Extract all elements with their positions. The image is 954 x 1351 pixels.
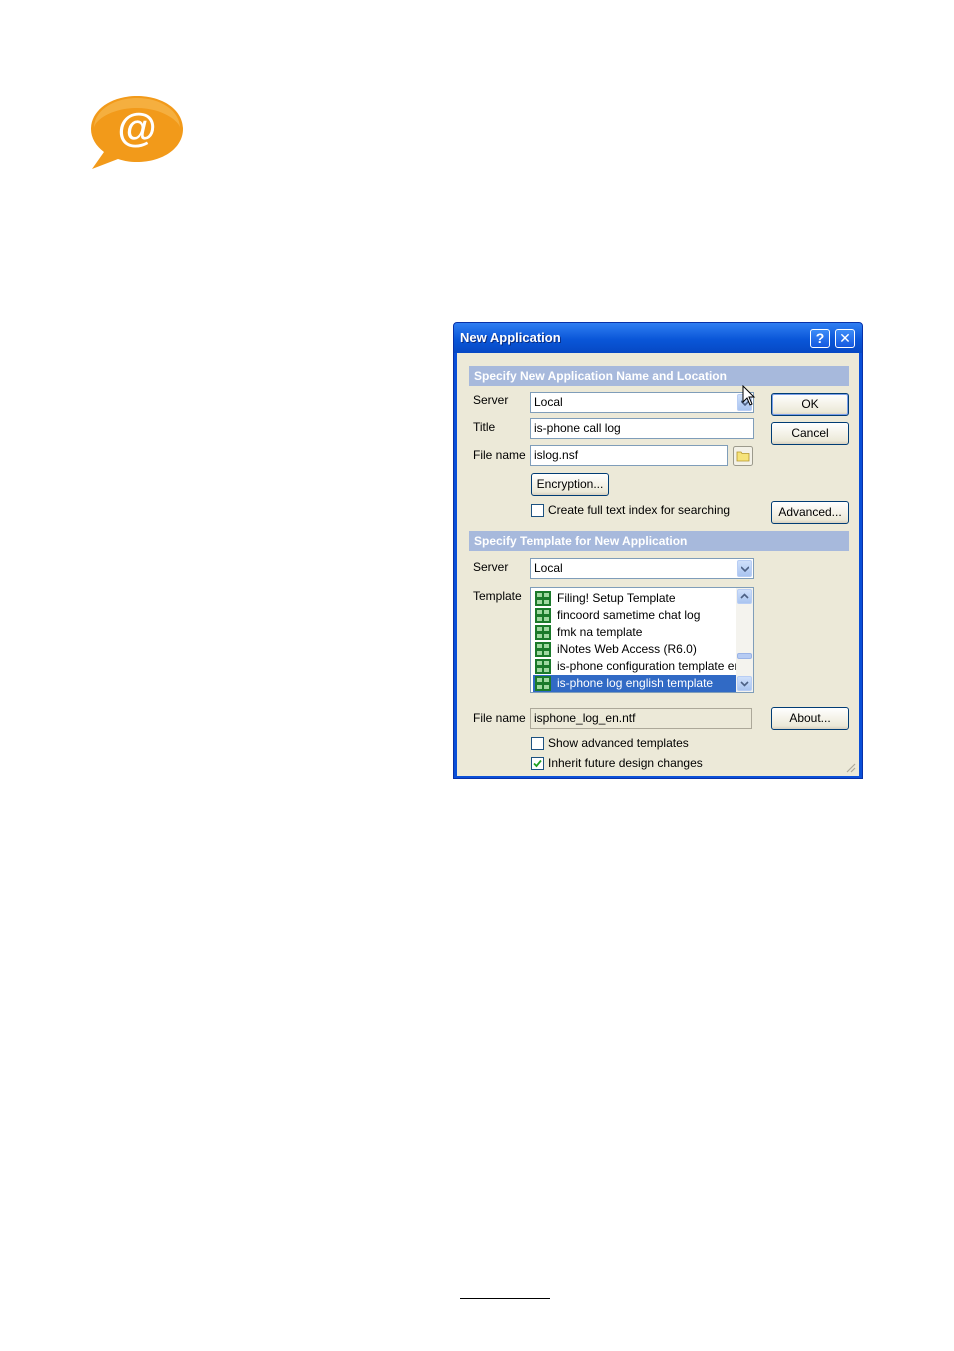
fulltext-index-label: Create full text index for searching	[548, 503, 731, 517]
at-sign-logo-icon: @	[91, 96, 183, 169]
server-dropdown[interactable]: Local	[530, 392, 754, 413]
template-list-item-label: Filing! Setup Template	[557, 591, 676, 605]
server-dropdown-value: Local	[534, 395, 563, 409]
help-button[interactable]: ?	[810, 329, 830, 348]
template-icon	[535, 642, 551, 657]
show-advanced-templates-label: Show advanced templates	[548, 736, 689, 750]
template-list-item-label: fmk na template	[557, 625, 643, 639]
template-list-item-label: fincoord sametime chat log	[557, 608, 701, 622]
inherit-design-checkbox[interactable]	[531, 757, 544, 770]
close-button[interactable]: ✕	[835, 329, 855, 348]
new-application-dialog: New Application ? ✕ Specify New Applicat…	[453, 322, 863, 779]
template-icon	[535, 625, 551, 640]
ok-button[interactable]: OK	[771, 393, 849, 416]
inherit-design-label: Inherit future design changes	[548, 756, 703, 770]
template-list-item-label: is-phone configuration template eng	[557, 659, 737, 673]
section-header-name-location: Specify New Application Name and Locatio…	[469, 366, 849, 386]
template-icon	[535, 591, 551, 606]
template-list-item[interactable]: Filing! Setup Template	[533, 590, 737, 607]
fulltext-index-checkbox[interactable]	[531, 504, 544, 517]
title-label: Title	[473, 420, 496, 434]
page-footer-rule	[460, 1298, 550, 1299]
filename-input[interactable]: islog.nsf	[530, 445, 728, 466]
template-list-item[interactable]: fmk na template	[533, 624, 737, 641]
scroll-down-icon[interactable]	[737, 676, 752, 691]
show-advanced-templates-checkbox[interactable]	[531, 737, 544, 750]
template-icon	[535, 676, 551, 691]
template-list-item[interactable]: iNotes Web Access (R6.0)	[533, 641, 737, 658]
scroll-up-icon[interactable]	[737, 589, 752, 604]
scroll-thumb[interactable]	[737, 653, 752, 659]
template-server-dropdown[interactable]: Local	[530, 558, 754, 579]
template-list-item[interactable]: is-phone configuration template eng	[533, 658, 737, 675]
advanced-button[interactable]: Advanced...	[771, 501, 849, 524]
dialog-body: Specify New Application Name and Locatio…	[457, 353, 859, 776]
dialog-titlebar[interactable]: New Application ? ✕	[454, 323, 862, 353]
cancel-button[interactable]: Cancel	[771, 422, 849, 445]
encryption-button[interactable]: Encryption...	[531, 473, 609, 496]
template-icon	[535, 659, 551, 674]
dialog-title: New Application	[460, 330, 561, 345]
template-icon	[535, 608, 551, 623]
template-list-item-selected[interactable]: is-phone log english template	[533, 675, 737, 692]
about-button[interactable]: About...	[771, 707, 849, 730]
template-label: Template	[473, 589, 522, 603]
checkmark-icon	[533, 759, 542, 768]
section-header-template: Specify Template for New Application	[469, 531, 849, 551]
mouse-cursor-icon	[742, 385, 756, 406]
template-list-item-label: iNotes Web Access (R6.0)	[557, 642, 697, 656]
svg-text:@: @	[117, 106, 156, 150]
title-input[interactable]: is-phone call log	[530, 418, 754, 439]
folder-browse-icon[interactable]	[733, 446, 753, 466]
template-server-dropdown-value: Local	[534, 561, 563, 575]
template-filename-field: isphone_log_en.ntf	[530, 708, 752, 729]
template-list-scrollbar[interactable]	[736, 588, 753, 692]
template-listbox[interactable]: Filing! Setup Template fincoord sametime…	[530, 587, 754, 693]
template-filename-label: File name	[473, 711, 526, 725]
resize-grip-icon[interactable]	[844, 761, 856, 773]
server-label: Server	[473, 393, 509, 407]
filename-label: File name	[473, 448, 526, 462]
chevron-down-icon[interactable]	[737, 560, 752, 577]
template-server-label: Server	[473, 560, 509, 574]
template-list-item[interactable]: fincoord sametime chat log	[533, 607, 737, 624]
template-list-item-label: is-phone log english template	[557, 676, 714, 690]
